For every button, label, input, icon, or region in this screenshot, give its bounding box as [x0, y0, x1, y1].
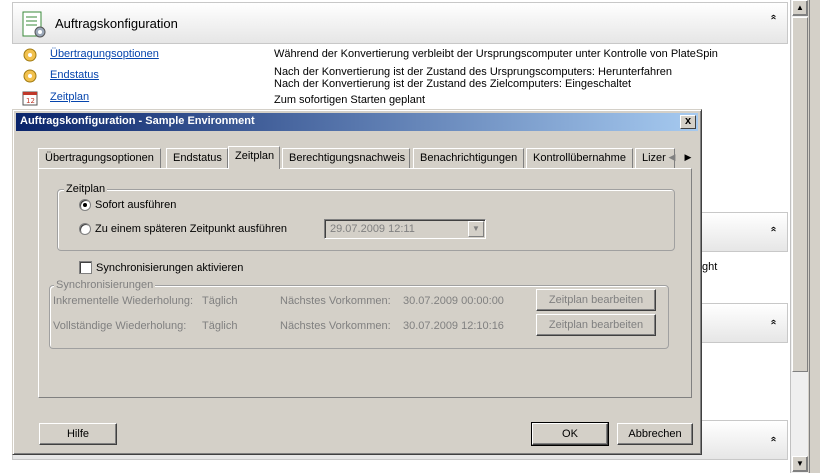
- scroll-down-button[interactable]: ▼: [792, 456, 808, 472]
- start-datetime-picker[interactable]: 29.07.2009 12:11 ▼: [324, 219, 486, 239]
- tab-transfer-options[interactable]: Übertragungsoptionen: [38, 148, 161, 168]
- partial-desc: ght: [702, 261, 718, 273]
- svg-text:12: 12: [26, 97, 35, 105]
- incremental-label: Inkrementelle Wiederholung:: [53, 295, 194, 307]
- dialog-title: Auftragskonfiguration - Sample Environme…: [20, 115, 255, 127]
- settings-icon: [23, 69, 37, 83]
- run-now-radio[interactable]: [79, 199, 91, 211]
- job-config-title: Auftragskonfiguration: [55, 16, 178, 31]
- transfer-options-desc: Während der Konvertierung verbleibt der …: [274, 48, 718, 60]
- start-datetime-value: 29.07.2009 12:11: [330, 223, 415, 235]
- collapse-icon[interactable]: «: [768, 14, 779, 19]
- ok-button[interactable]: OK: [531, 422, 609, 446]
- tab-scroll-right-icon[interactable]: ▶: [681, 149, 695, 165]
- tab-end-state[interactable]: Endstatus: [166, 148, 228, 168]
- enable-sync-label[interactable]: Synchronisierungen aktivieren: [96, 262, 243, 274]
- scroll-up-button[interactable]: ▲: [792, 0, 808, 16]
- full-next-label: Nächstes Vorkommen:: [280, 320, 391, 332]
- schedule-group: Zeitplan Sofort ausführen Zu einem späte…: [57, 183, 675, 251]
- document-settings-icon: [22, 11, 46, 38]
- sync-group-legend: Synchronisierungen: [54, 279, 156, 291]
- incremental-frequency: Täglich: [202, 295, 238, 307]
- transfer-options-link[interactable]: Übertragungsoptionen: [50, 48, 159, 60]
- scroll-thumb[interactable]: [792, 17, 808, 372]
- enable-sync-checkbox[interactable]: [79, 261, 92, 274]
- tab-scroll-left-icon[interactable]: ◀: [665, 149, 679, 165]
- run-later-label[interactable]: Zu einem späteren Zeitpunkt ausführen: [95, 223, 287, 235]
- schedule-desc: Zum sofortigen Starten geplant: [274, 94, 426, 106]
- dialog-titlebar[interactable]: Auftragskonfiguration - Sample Environme…: [16, 113, 698, 131]
- run-now-label[interactable]: Sofort ausführen: [95, 199, 176, 211]
- run-later-radio[interactable]: [79, 223, 91, 235]
- cancel-button[interactable]: Abbrechen: [617, 423, 693, 445]
- tab-credentials[interactable]: Berechtigungsnachweis: [282, 148, 410, 168]
- window-edge: [809, 0, 820, 473]
- job-config-dialog: Auftragskonfiguration - Sample Environme…: [12, 109, 702, 455]
- collapse-icon[interactable]: «: [768, 226, 779, 231]
- dropdown-arrow-icon[interactable]: ▼: [468, 221, 484, 237]
- incremental-next-label: Nächstes Vorkommen:: [280, 295, 391, 307]
- end-state-link[interactable]: Endstatus: [50, 69, 99, 81]
- tab-scroll: ◀ ▶: [665, 148, 697, 166]
- target-end-state-desc: Nach der Konvertierung ist der Zustand d…: [274, 78, 632, 90]
- job-config-header[interactable]: Auftragskonfiguration «: [12, 2, 788, 44]
- schedule-group-legend: Zeitplan: [64, 183, 108, 195]
- tab-notifications[interactable]: Benachrichtigungen: [413, 148, 524, 168]
- schedule-tab-panel: Zeitplan Sofort ausführen Zu einem späte…: [38, 168, 692, 398]
- full-frequency: Täglich: [202, 320, 238, 332]
- close-icon[interactable]: x: [680, 115, 696, 129]
- edit-incremental-schedule-button[interactable]: Zeitplan bearbeiten: [536, 289, 656, 311]
- tab-schedule[interactable]: Zeitplan: [228, 146, 280, 169]
- calendar-icon: 12: [22, 91, 38, 106]
- collapse-icon[interactable]: «: [768, 436, 779, 441]
- sync-group: Synchronisierungen Inkrementelle Wiederh…: [49, 279, 669, 349]
- collapse-icon[interactable]: «: [768, 319, 779, 324]
- settings-icon: [23, 48, 37, 62]
- incremental-next-value: 30.07.2009 00:00:00: [403, 295, 504, 307]
- schedule-link[interactable]: Zeitplan: [50, 91, 89, 103]
- vertical-scrollbar[interactable]: ▲ ▼: [790, 0, 808, 473]
- full-label: Vollständige Wiederholung:: [53, 320, 187, 332]
- tab-takeover-control[interactable]: Kontrollübernahme: [526, 148, 633, 168]
- source-end-state-desc: Nach der Konvertierung ist der Zustand d…: [274, 66, 673, 78]
- help-button[interactable]: Hilfe: [39, 423, 117, 445]
- full-next-value: 30.07.2009 12:10:16: [403, 320, 504, 332]
- edit-full-schedule-button[interactable]: Zeitplan bearbeiten: [536, 314, 656, 336]
